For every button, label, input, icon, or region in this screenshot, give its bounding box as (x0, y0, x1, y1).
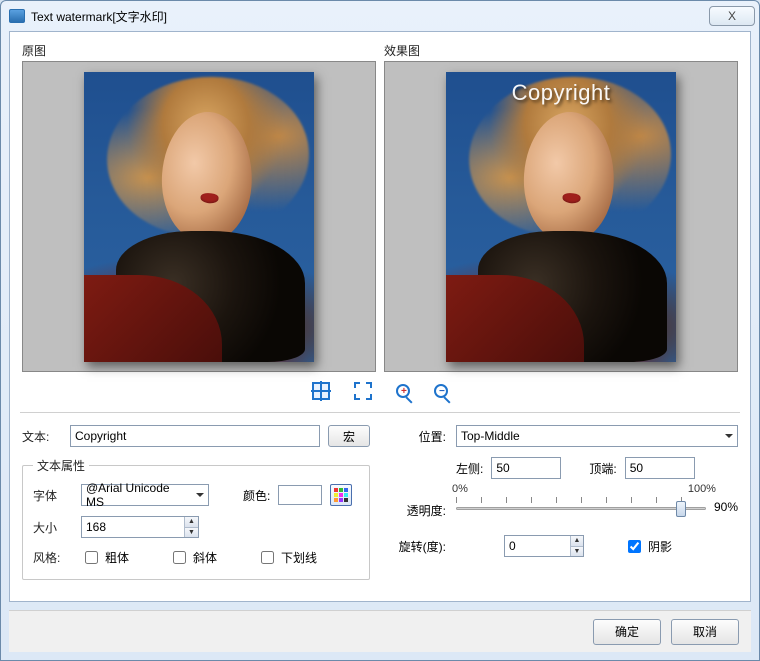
shadow-label: 阴影 (648, 538, 672, 555)
ok-button[interactable]: 确定 (593, 619, 661, 645)
style-label: 风格: (33, 549, 73, 566)
dialog-footer: 确定 取消 (9, 610, 751, 652)
actual-size-icon[interactable] (354, 382, 372, 400)
left-offset-input[interactable] (491, 457, 561, 479)
window-title: Text watermark[文字水印] (31, 8, 709, 25)
top-offset-label: 顶端: (589, 460, 616, 477)
size-label: 大小 (33, 519, 73, 536)
result-column: 效果图 Copyright (384, 42, 738, 372)
italic-input[interactable] (173, 551, 186, 564)
underline-label: 下划线 (281, 549, 317, 566)
font-combo-value: @Arial Unicode MS (86, 481, 190, 509)
client-area: 原图 效果图 (9, 31, 751, 602)
divider (20, 412, 740, 413)
result-preview[interactable]: Copyright (384, 61, 738, 372)
bold-label: 粗体 (105, 549, 129, 566)
shadow-checkbox[interactable]: 阴影 (624, 537, 672, 556)
zoom-toolbar: + − (22, 376, 738, 406)
position-row: 位置: Top-Middle (390, 425, 738, 447)
opacity-min-label: 0% (452, 483, 468, 495)
text-label: 文本: (22, 428, 62, 445)
settings-area: 文本: 宏 文本属性 字体 @Arial Unicode MS 颜色: (22, 419, 738, 580)
shadow-input[interactable] (628, 540, 641, 553)
size-spin-up[interactable]: ▲ (185, 517, 198, 528)
opacity-max-label: 100% (688, 483, 716, 495)
opacity-row: 透明度: 0% 100% 90% (390, 495, 738, 519)
rotation-label: 旋转(度): (390, 538, 448, 555)
original-preview[interactable] (22, 61, 376, 372)
color-picker-button[interactable] (330, 484, 352, 506)
size-spin-down[interactable]: ▼ (185, 528, 198, 538)
fit-window-icon[interactable] (312, 382, 330, 400)
zoom-in-icon[interactable]: + (396, 384, 410, 398)
color-swatch[interactable] (278, 485, 322, 505)
text-properties-group: 文本属性 字体 @Arial Unicode MS 颜色: (22, 457, 370, 580)
app-icon (9, 9, 25, 23)
opacity-label: 透明度: (390, 502, 448, 519)
original-label: 原图 (22, 42, 376, 59)
rotation-spinner[interactable]: ▲ ▼ (504, 535, 584, 557)
right-settings-column: 位置: Top-Middle 左侧: 顶端: 透明度: (390, 425, 738, 580)
position-combo[interactable]: Top-Middle (456, 425, 738, 447)
size-spinner[interactable]: ▲ ▼ (81, 516, 199, 538)
text-properties-legend: 文本属性 (33, 457, 89, 474)
result-label: 效果图 (384, 42, 738, 59)
bold-checkbox[interactable]: 粗体 (81, 548, 129, 567)
text-row: 文本: 宏 (22, 425, 370, 447)
left-offset-label: 左侧: (456, 460, 483, 477)
position-combo-value: Top-Middle (461, 429, 520, 443)
underline-input[interactable] (261, 551, 274, 564)
dialog-window: Text watermark[文字水印] X 原图 效果图 (0, 0, 760, 661)
size-input[interactable] (82, 517, 184, 537)
rotation-spin-down[interactable]: ▼ (571, 547, 583, 557)
macro-button[interactable]: 宏 (328, 425, 370, 447)
offset-row: 左侧: 顶端: (390, 457, 738, 479)
italic-label: 斜体 (193, 549, 217, 566)
original-column: 原图 (22, 42, 376, 372)
underline-checkbox[interactable]: 下划线 (257, 548, 317, 567)
left-settings-column: 文本: 宏 文本属性 字体 @Arial Unicode MS 颜色: (22, 425, 370, 580)
italic-checkbox[interactable]: 斜体 (169, 548, 217, 567)
top-offset-input[interactable] (625, 457, 695, 479)
preview-row: 原图 效果图 (22, 42, 738, 372)
color-label: 颜色: (243, 487, 270, 504)
opacity-slider[interactable]: 0% 100% (456, 495, 706, 519)
watermark-text-input[interactable] (70, 425, 320, 447)
opacity-slider-thumb[interactable] (676, 501, 686, 517)
zoom-out-icon[interactable]: − (434, 384, 448, 398)
palette-icon (334, 488, 348, 502)
opacity-value: 90% (714, 500, 738, 514)
titlebar: Text watermark[文字水印] X (1, 1, 759, 31)
result-image: Copyright (446, 72, 676, 362)
rotation-input[interactable] (505, 536, 570, 556)
font-label: 字体 (33, 487, 73, 504)
rotation-row: 旋转(度): ▲ ▼ 阴影 (390, 535, 738, 557)
rotation-spin-up[interactable]: ▲ (571, 536, 583, 547)
close-button[interactable]: X (709, 6, 755, 26)
cancel-button[interactable]: 取消 (671, 619, 739, 645)
original-image (84, 72, 314, 362)
font-combo[interactable]: @Arial Unicode MS (81, 484, 209, 506)
bold-input[interactable] (85, 551, 98, 564)
position-label: 位置: (390, 428, 448, 445)
